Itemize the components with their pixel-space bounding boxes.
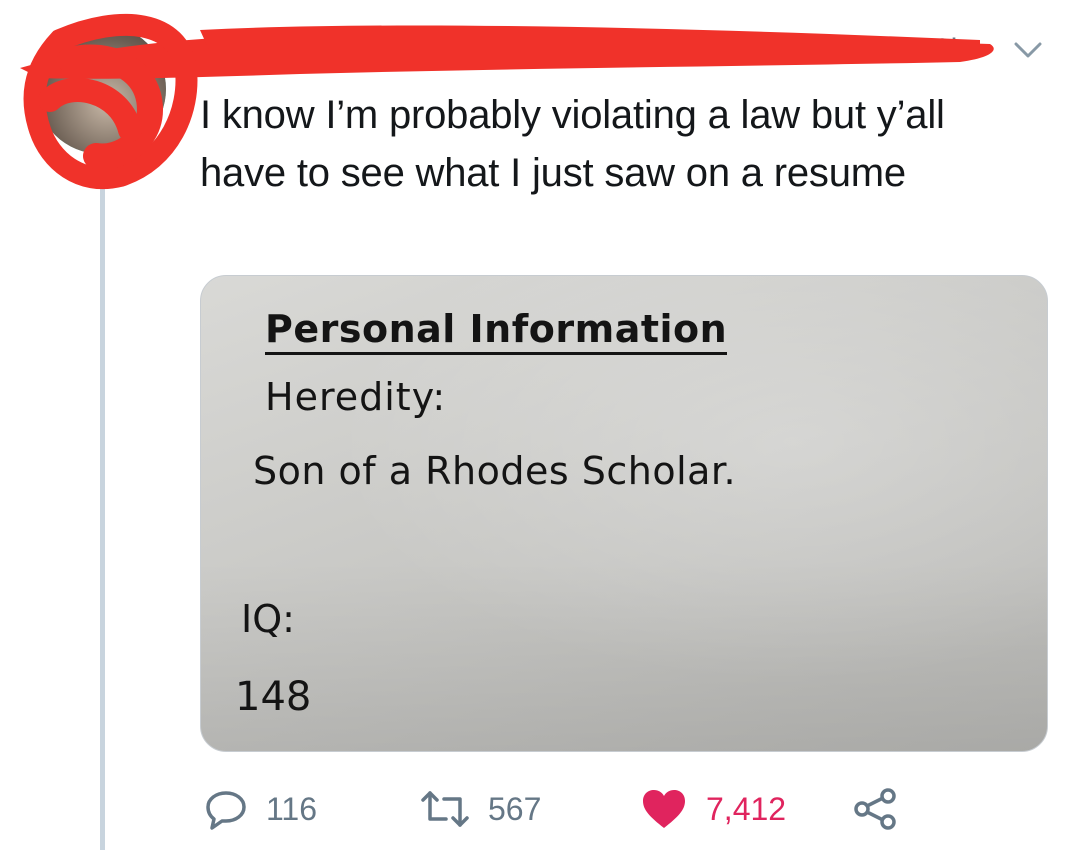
reply-icon	[206, 791, 246, 830]
share-button[interactable]	[852, 784, 898, 834]
resume-iq-label: IQ:	[241, 597, 295, 641]
reply-button[interactable]: 116	[204, 784, 317, 834]
retweet-count: 567	[488, 791, 542, 827]
tweet[interactable]: 3h I know I’m probably violating a law b…	[0, 0, 1072, 850]
tweet-timestamp[interactable]: 3h	[934, 32, 967, 68]
resume-heredity-label: Heredity:	[265, 375, 447, 419]
tweet-text: I know I’m probably violating a law but …	[200, 93, 945, 195]
avatar[interactable]	[36, 24, 166, 154]
retweet-icon	[421, 791, 469, 827]
resume-section-title: Personal Information	[265, 306, 728, 355]
chevron-down-icon[interactable]	[1010, 36, 1046, 66]
share-icon	[854, 788, 896, 830]
reply-count: 116	[266, 791, 318, 827]
tweet-action-bar: 116 567 7,412	[200, 784, 960, 834]
heart-icon	[643, 790, 685, 828]
avatar-image	[36, 24, 166, 154]
tweet-media-image[interactable]: Personal Information Heredity: Son of a …	[200, 275, 1048, 752]
retweet-button[interactable]: 567	[420, 784, 541, 834]
like-count: 7,412	[706, 791, 787, 827]
resume-heredity-value: Son of a Rhodes Scholar.	[253, 449, 737, 493]
resume-iq-value: 148	[235, 674, 312, 720]
thread-line	[100, 154, 105, 850]
like-button[interactable]: 7,412	[640, 784, 786, 834]
